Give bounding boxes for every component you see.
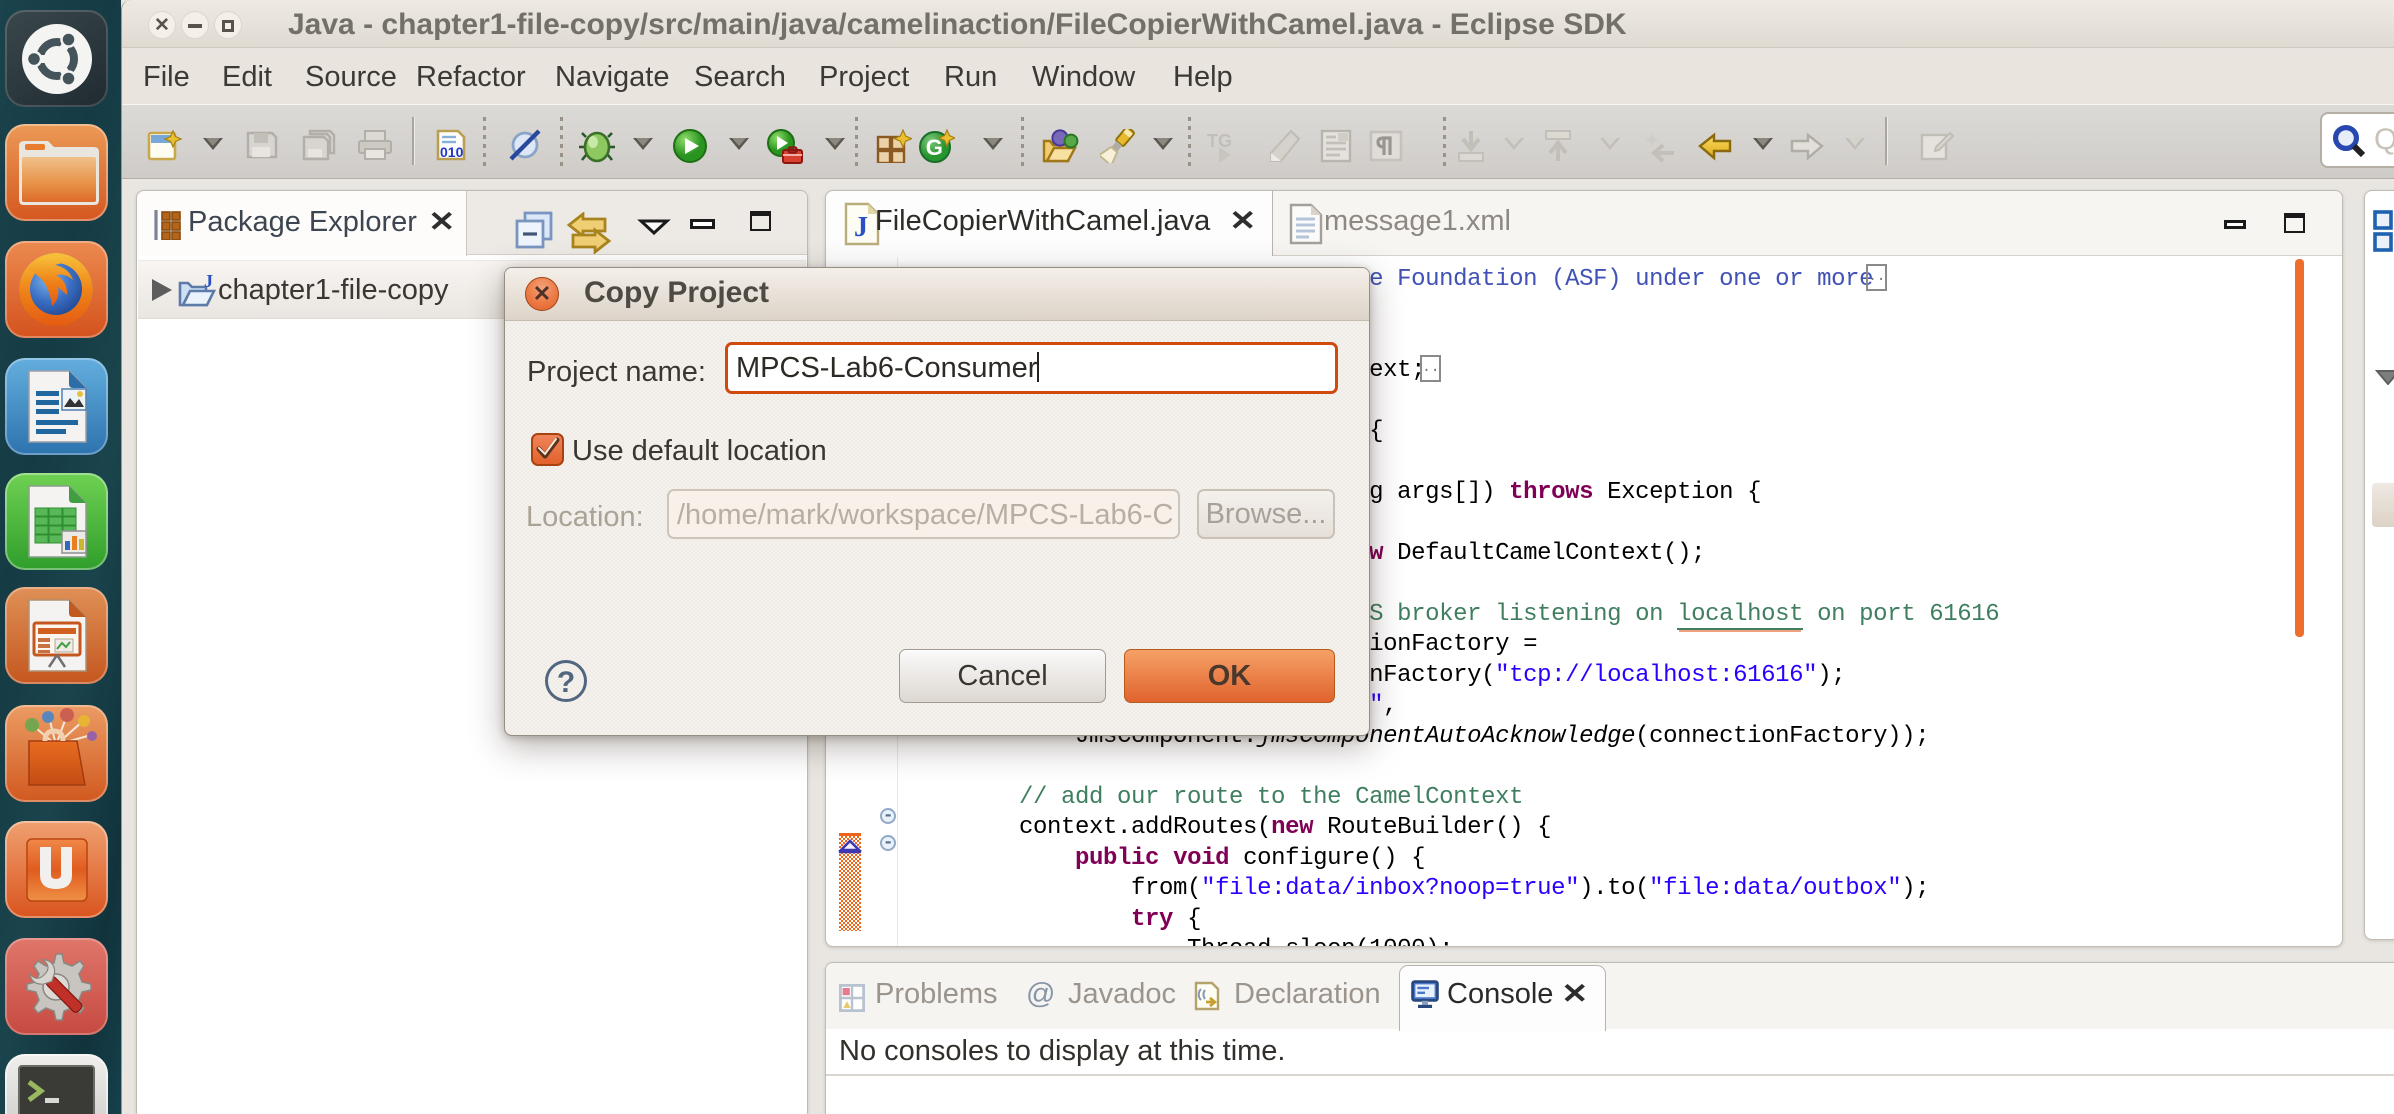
svg-text:J: J xyxy=(854,212,868,243)
svg-text:010: 010 xyxy=(440,144,464,160)
svg-text:J: J xyxy=(204,273,213,291)
